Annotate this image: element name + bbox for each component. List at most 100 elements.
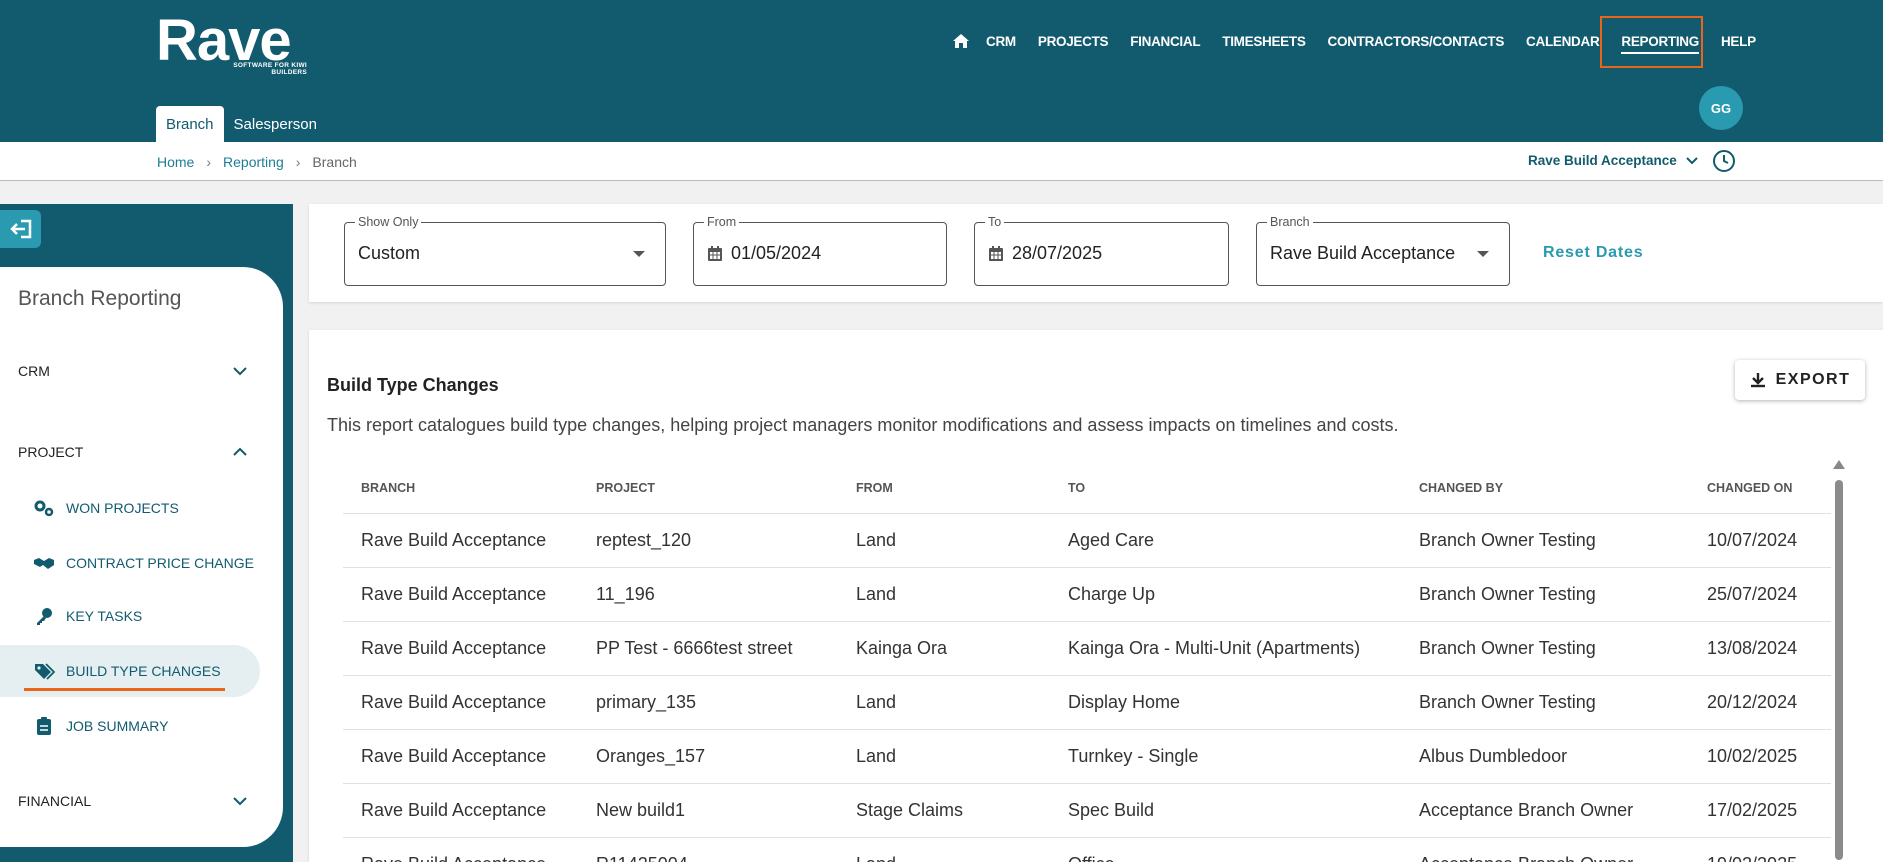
sidebar-item-label: WON PROJECTS xyxy=(66,500,179,516)
cell-project: PP Test - 6666test street xyxy=(596,638,793,658)
tags-icon xyxy=(32,662,56,680)
reset-dates-button[interactable]: Reset Dates xyxy=(1543,244,1643,262)
cell-branch: Rave Build Acceptance xyxy=(361,800,547,820)
table-row[interactable]: Rave Build Acceptance Oranges_157 Land T… xyxy=(343,730,1831,784)
sidebar-title: Branch Reporting xyxy=(18,287,182,310)
table-row[interactable]: Rave Build Acceptance reptest_120 Land A… xyxy=(343,514,1831,568)
breadcrumb-bar: Home › Reporting › Branch Rave Build Acc… xyxy=(0,142,1883,181)
cell-project: 11_196 xyxy=(596,584,655,604)
cell-changed-by: Branch Owner Testing xyxy=(1419,692,1596,712)
sidebar-item-key-tasks[interactable]: KEY TASKS xyxy=(0,590,260,642)
column-header-changed-by[interactable]: CHANGED BY xyxy=(1401,481,1689,495)
chevron-right-icon: › xyxy=(206,154,212,170)
cell-branch: Rave Build Acceptance xyxy=(361,530,547,550)
scroll-up-arrow-icon[interactable] xyxy=(1833,460,1845,469)
cell-to: Display Home xyxy=(1068,692,1181,712)
subtabs: Branch Salesperson xyxy=(156,106,327,142)
branch-select[interactable]: Branch Rave Build Acceptance xyxy=(1256,215,1510,286)
sidebar-section-crm[interactable]: CRM xyxy=(18,363,248,379)
sidebar-item-won-projects[interactable]: WON PROJECTS xyxy=(0,482,260,534)
show-only-label: Show Only xyxy=(355,215,422,229)
to-date-field[interactable]: To 28/07/2025 xyxy=(974,215,1229,286)
chevron-down-icon xyxy=(233,797,247,806)
sidebar-item-label: KEY TASKS xyxy=(66,608,143,624)
to-date-text: 28/07/2025 xyxy=(1012,243,1103,263)
cell-changed-by: Acceptance Branch Owner xyxy=(1401,854,1689,862)
from-date-value: 01/05/2024 xyxy=(707,243,821,264)
branch-label: Branch xyxy=(1267,215,1313,229)
scroll-thumb[interactable] xyxy=(1835,480,1843,860)
breadcrumb-reporting[interactable]: Reporting xyxy=(223,154,284,170)
column-header-project[interactable]: PROJECT xyxy=(578,481,838,495)
clock-icon[interactable] xyxy=(1712,149,1736,173)
rave-logo[interactable]: Rave SOFTWARE FOR KIWI BUILDERS xyxy=(156,12,307,77)
export-button[interactable]: EXPORT xyxy=(1735,360,1865,400)
nav-calendar[interactable]: CALENDAR xyxy=(1526,34,1600,49)
cell-changed-by: Branch Owner Testing xyxy=(1419,638,1596,658)
show-only-select[interactable]: Show Only Custom xyxy=(344,215,666,286)
nav-projects[interactable]: PROJECTS xyxy=(1038,34,1109,49)
tab-salesperson[interactable]: Salesperson xyxy=(224,106,327,142)
table-row[interactable]: Rave Build Acceptance primary_135 Land D… xyxy=(343,676,1831,730)
cell-changed-by: Branch Owner Testing xyxy=(1419,530,1596,550)
to-date-value: 28/07/2025 xyxy=(988,243,1102,264)
table-row[interactable]: Rave Build Acceptance New build1 Stage C… xyxy=(343,784,1831,838)
column-header-to[interactable]: TO xyxy=(1050,481,1401,495)
home-icon[interactable] xyxy=(950,30,972,52)
cell-to: Kainga Ora - Multi-Unit (Apartments) xyxy=(1068,638,1361,658)
nav-help[interactable]: HELP xyxy=(1721,34,1756,49)
sidebar-section-label: FINANCIAL xyxy=(18,793,92,809)
cell-from: Stage Claims xyxy=(856,800,964,820)
cell-project: reptest_120 xyxy=(596,530,692,550)
cell-branch: Rave Build Acceptance xyxy=(361,746,547,766)
from-label: From xyxy=(704,215,740,229)
exit-icon xyxy=(9,219,31,239)
breadcrumb-current: Branch xyxy=(312,154,357,170)
column-header-branch[interactable]: BRANCH xyxy=(343,481,578,495)
table-row[interactable]: Rave Build Acceptance 11_196 Land Charge… xyxy=(343,568,1831,622)
cell-from: Land xyxy=(856,530,897,550)
cell-from: Kainga Ora xyxy=(856,638,948,658)
report-card: Build Type Changes This report catalogue… xyxy=(309,330,1883,862)
tab-branch[interactable]: Branch xyxy=(156,106,224,142)
breadcrumb-home[interactable]: Home xyxy=(157,154,194,170)
table-scrollbar[interactable] xyxy=(1833,460,1845,862)
cell-changed-on: 10/07/2024 xyxy=(1707,530,1798,550)
sidebar-item-label: BUILD TYPE CHANGES xyxy=(66,663,221,679)
logo-tagline: SOFTWARE FOR KIWI BUILDERS xyxy=(233,62,307,76)
cell-changed-by: Branch Owner Testing xyxy=(1419,584,1596,604)
export-label: EXPORT xyxy=(1775,371,1851,388)
column-header-changed-on[interactable]: CHANGED ON xyxy=(1689,481,1831,495)
sidebar-item-job-summary[interactable]: JOB SUMMARY xyxy=(0,700,260,752)
calendar-icon xyxy=(708,246,722,261)
nav-financial[interactable]: FINANCIAL xyxy=(1130,34,1200,49)
from-date-field[interactable]: From 01/05/2024 xyxy=(693,215,947,286)
report-description: This report catalogues build type change… xyxy=(327,415,1399,435)
cell-project: Oranges_157 xyxy=(596,746,706,766)
report-title: Build Type Changes xyxy=(327,375,499,395)
sidebar-section-financial[interactable]: FINANCIAL xyxy=(18,793,248,809)
chevron-down-icon xyxy=(233,367,247,376)
cell-branch: Rave Build Acceptance xyxy=(361,584,547,604)
chevron-right-icon: › xyxy=(295,154,301,170)
collapse-sidebar-button[interactable] xyxy=(0,210,41,248)
column-header-from[interactable]: FROM xyxy=(838,481,1050,495)
nav-timesheets[interactable]: TIMESHEETS xyxy=(1222,34,1306,49)
active-item-underline xyxy=(24,688,225,691)
cell-project: R11425004 xyxy=(578,854,838,862)
cell-from: Land xyxy=(856,746,897,766)
cell-from: Land xyxy=(856,692,897,712)
table-row[interactable]: Rave Build Acceptance PP Test - 6666test… xyxy=(343,622,1831,676)
calendar-icon xyxy=(989,246,1003,261)
sidebar-item-contract-price-change[interactable]: CONTRACT PRICE CHANGE xyxy=(0,537,260,589)
sidebar-item-label: CONTRACT PRICE CHANGE xyxy=(66,555,254,571)
sidebar-section-project[interactable]: PROJECT xyxy=(18,444,248,460)
nav-crm[interactable]: CRM xyxy=(986,34,1016,49)
table-row[interactable]: Rave Build Acceptance R11425004 Land Off… xyxy=(343,838,1831,862)
nav-contractors-contacts[interactable]: CONTRACTORS/CONTACTS xyxy=(1328,34,1505,49)
user-avatar[interactable]: GG xyxy=(1699,86,1743,130)
branch-selector[interactable]: Rave Build Acceptance xyxy=(1528,153,1699,168)
branch-selector-label: Rave Build Acceptance xyxy=(1528,153,1677,168)
cell-branch: Rave Build Acceptance xyxy=(361,638,547,658)
cell-changed-by: Acceptance Branch Owner xyxy=(1419,800,1634,820)
